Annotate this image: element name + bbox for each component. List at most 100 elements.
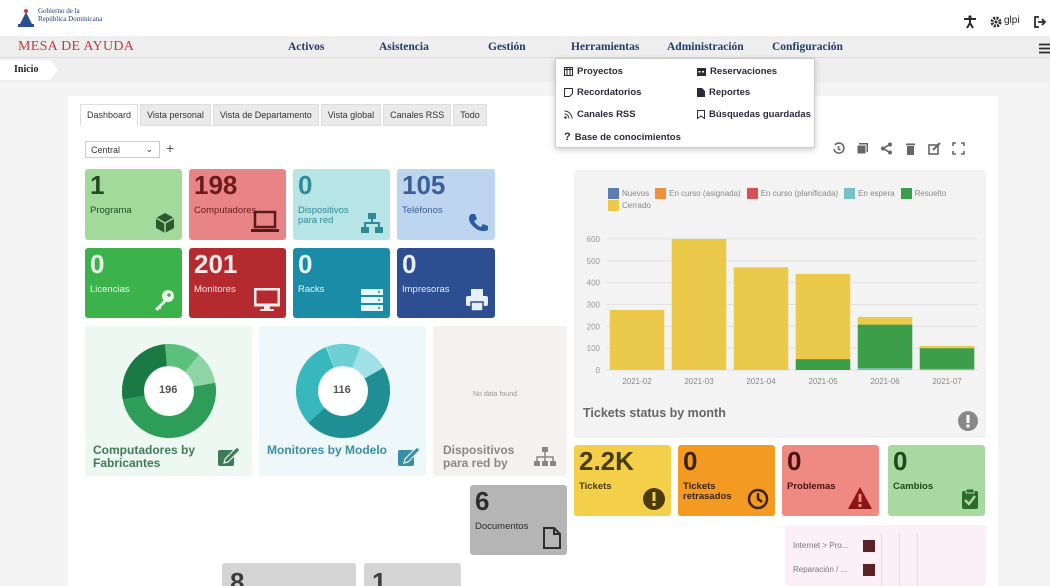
tile-computadores[interactable]: 198 Computadores [189, 169, 286, 240]
nav-activos[interactable]: Activos [288, 41, 324, 53]
government-logo[interactable] [17, 8, 35, 28]
tile-value: 6 [475, 486, 490, 516]
trash-icon[interactable] [904, 142, 917, 155]
breadcrumb-home-label: Inicio [14, 64, 39, 75]
y-tick-label: 0 [596, 366, 601, 375]
tab-vista-departamento[interactable]: Vista de Departamento [212, 104, 319, 126]
clock-icon [747, 488, 769, 510]
tile-label-line2: para red [298, 215, 334, 226]
donut-card-computadores: 196 Computadores by Fabricantes [85, 326, 252, 476]
logout-icon[interactable] [1034, 15, 1047, 33]
nav-gestion[interactable]: Gestión [488, 41, 526, 53]
kpi-value: 0 [683, 446, 698, 476]
menu-item-label: Base de conocimientos [574, 131, 681, 143]
nav-asistencia[interactable]: Asistencia [379, 41, 429, 53]
menu-item-canales-rss[interactable]: Canales RSS [564, 109, 636, 120]
kpi-tickets-retrasados[interactable]: 0 Tickets retrasados [678, 445, 775, 516]
settings-gear-icon[interactable] [990, 15, 1002, 33]
tile-programa[interactable]: 1 Programa [85, 169, 182, 240]
laptop-icon [251, 210, 279, 232]
kpi-cambios[interactable]: 0 Cambios [888, 445, 985, 516]
tile-partial-2[interactable]: 1 [364, 563, 461, 586]
menu-item-busquedas-guardadas[interactable]: Búsquedas guardadas [697, 109, 811, 120]
add-dashboard-icon[interactable]: + [166, 140, 174, 156]
tile-impresoras[interactable]: 0 Impresoras [397, 248, 495, 318]
tile-dispositivos-red[interactable]: 0 Dispositivos para red [293, 169, 390, 240]
tile-value: 0 [298, 170, 313, 200]
tile-label: Racks [298, 284, 325, 295]
menu-item-recordatorios[interactable]: Recordatorios [564, 87, 641, 98]
menu-item-proyectos[interactable]: Proyectos [564, 66, 623, 77]
tab-todo[interactable]: Todo [453, 104, 487, 126]
nav-administracion[interactable]: Administración [667, 41, 744, 53]
dashboard-tabs: Dashboard Vista personal Vista de Depart… [80, 104, 487, 126]
tile-label: Programa [90, 205, 132, 216]
tile-value: 0 [90, 249, 105, 279]
tile-documentos[interactable]: 6 Documentos [470, 485, 567, 555]
bar-segment[interactable] [857, 368, 913, 370]
breadcrumb: Inicio [0, 58, 1050, 82]
bar-segment[interactable] [919, 369, 975, 371]
x-tick-label: 2021-04 [746, 377, 776, 386]
bar-segment[interactable] [671, 238, 727, 370]
edit-icon[interactable] [217, 446, 241, 468]
share-icon[interactable] [880, 142, 893, 155]
bar-segment[interactable] [919, 348, 975, 369]
tickets-bar-chart[interactable]: 0 100 200 300 400 500 600 2021-02 2021-03 2021-04… [574, 170, 986, 438]
tile-partial-1[interactable]: 8 [222, 563, 356, 586]
history-icon[interactable] [832, 142, 845, 155]
bar-segment[interactable] [609, 309, 665, 370]
user-name[interactable]: glpi [1004, 15, 1020, 26]
menu-item-label: Proyectos [577, 66, 623, 77]
y-tick-label: 200 [587, 322, 601, 331]
kpi-value: 0 [787, 446, 802, 476]
accessibility-icon[interactable] [963, 15, 977, 34]
tile-value: 0 [298, 249, 313, 279]
tab-vista-global[interactable]: Vista global [320, 104, 382, 126]
bar-segment[interactable] [857, 324, 913, 369]
menu-item-reportes[interactable]: Reportes [697, 87, 750, 98]
kpi-tickets[interactable]: 2.2K Tickets [574, 445, 671, 516]
tile-licencias[interactable]: 0 Licencias [85, 248, 182, 318]
y-tick-label: 500 [587, 257, 601, 266]
tile-monitores[interactable]: 201 Monitores [189, 248, 286, 318]
bar-segment[interactable] [857, 316, 913, 325]
kpi-label: Problemas [787, 481, 836, 492]
nav-herramientas[interactable]: Herramientas [571, 41, 639, 53]
nav-configuracion[interactable]: Configuración [772, 41, 843, 53]
clipboard-check-icon [962, 488, 978, 509]
fullscreen-icon[interactable] [952, 142, 965, 155]
org-name: Gobierno de la República Dominicana [38, 7, 102, 23]
kpi-label: Tickets retrasados [683, 482, 732, 502]
edit-icon[interactable] [928, 142, 941, 155]
breadcrumb-home[interactable]: Inicio [0, 60, 60, 80]
hamburger-menu-icon[interactable] [1039, 41, 1050, 59]
edit-icon[interactable] [397, 446, 421, 468]
bar-segment[interactable] [733, 267, 789, 370]
bar-segment[interactable] [795, 273, 851, 360]
menu-item-base-conocimientos[interactable]: ? Base de conocimientos [564, 131, 681, 143]
category-row-label: Internet > Pro... [793, 541, 849, 550]
category-row-bar[interactable] [863, 540, 875, 552]
clone-icon[interactable] [856, 142, 869, 155]
bar-segment[interactable] [919, 345, 975, 349]
tile-racks[interactable]: 0 Racks [293, 248, 390, 318]
kpi-problemas[interactable]: 0 Problemas [782, 445, 879, 516]
bar-segment[interactable] [919, 368, 975, 370]
tile-label: Licencias [90, 284, 130, 295]
bar-segment[interactable] [795, 359, 851, 370]
document-icon [543, 527, 561, 549]
tab-dashboard[interactable]: Dashboard [80, 104, 139, 126]
menu-item-reservaciones[interactable]: Reservaciones [697, 66, 777, 77]
brand-title[interactable]: MESA DE AYUDA [18, 39, 134, 55]
tab-vista-personal[interactable]: Vista personal [140, 104, 211, 126]
x-tick-label: 2021-06 [870, 377, 900, 386]
grid-line [881, 533, 882, 586]
dashboard-select[interactable]: Central ⌄ [85, 141, 160, 158]
category-row-bar[interactable] [863, 564, 875, 576]
tile-value: 1 [372, 567, 387, 586]
chart-title: Tickets status by month [583, 406, 726, 420]
tile-telefonos[interactable]: 105 Teléfonos [397, 169, 495, 240]
alert-circle-icon[interactable] [958, 411, 978, 431]
tab-canales-rss[interactable]: Canales RSS [383, 104, 452, 126]
